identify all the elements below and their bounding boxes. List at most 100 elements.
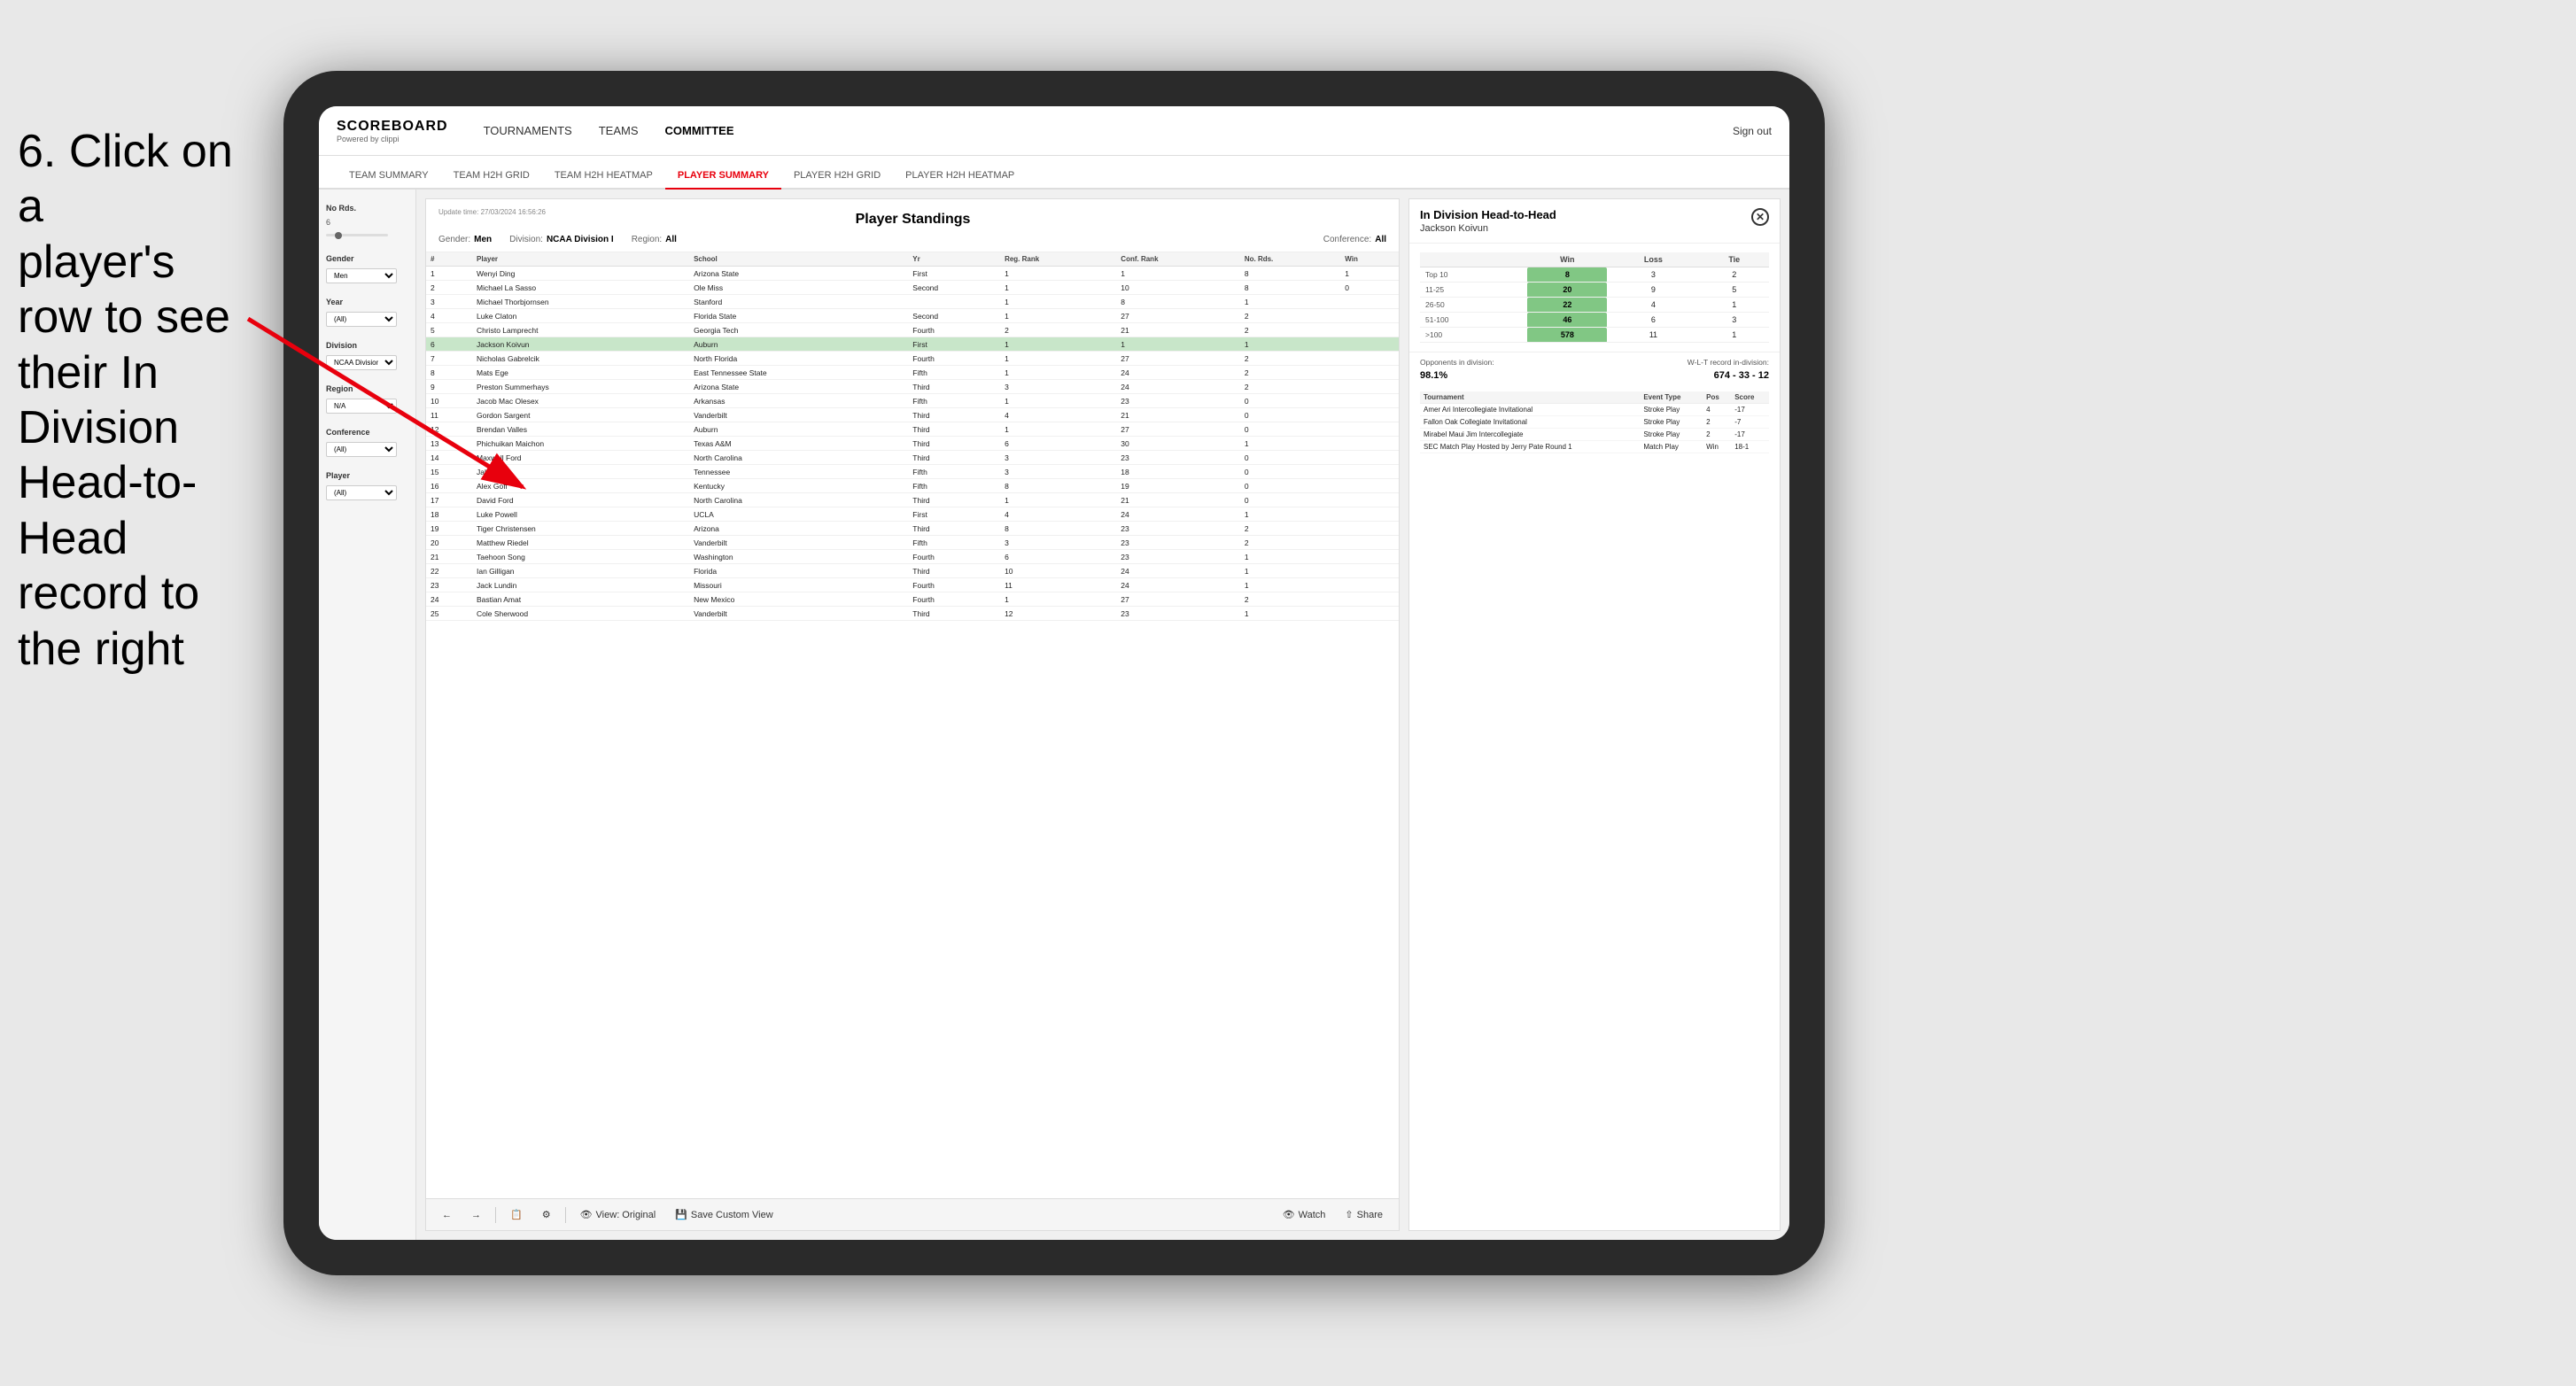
cell-num: 9 <box>426 380 472 394</box>
table-row[interactable]: 5 Christo Lamprecht Georgia Tech Fourth … <box>426 323 1399 337</box>
table-row[interactable]: 11 Gordon Sargent Vanderbilt Third 4 21 … <box>426 408 1399 422</box>
table-row[interactable]: 12 Brendan Valles Auburn Third 1 27 0 <box>426 422 1399 437</box>
table-row[interactable]: 8 Mats Ege East Tennessee State Fifth 1 … <box>426 366 1399 380</box>
cell-no-rds: 1 <box>1240 578 1340 592</box>
cell-reg: 3 <box>1000 536 1116 550</box>
table-row[interactable]: 20 Matthew Riedel Vanderbilt Fifth 3 23 … <box>426 536 1399 550</box>
table-row[interactable]: 3 Michael Thorbjornsen Stanford 1 8 1 <box>426 295 1399 309</box>
table-row[interactable]: 24 Bastian Amat New Mexico Fourth 1 27 2 <box>426 592 1399 607</box>
cell-school: East Tennessee State <box>689 366 908 380</box>
cell-num: 7 <box>426 352 472 366</box>
cell-no-rds: 0 <box>1240 451 1340 465</box>
cell-player: Michael La Sasso <box>472 281 689 295</box>
table-row[interactable]: 25 Cole Sherwood Vanderbilt Third 12 23 … <box>426 607 1399 621</box>
table-row[interactable]: 23 Jack Lundin Missouri Fourth 11 24 1 <box>426 578 1399 592</box>
cell-yr: Second <box>908 281 1000 295</box>
cell-conf: 27 <box>1116 592 1240 607</box>
cell-conf: 23 <box>1116 394 1240 408</box>
table-row[interactable]: 17 David Ford North Carolina Third 1 21 … <box>426 493 1399 507</box>
cell-school: North Carolina <box>689 451 908 465</box>
cell-num: 10 <box>426 394 472 408</box>
subnav-player-summary[interactable]: PLAYER SUMMARY <box>665 163 781 190</box>
redo-btn[interactable]: → <box>466 1208 486 1222</box>
main-content: No Rds. 6 Gender Men Year (All) <box>319 190 1789 1240</box>
table-row[interactable]: 22 Ian Gilligan Florida Third 10 24 1 <box>426 564 1399 578</box>
table-row[interactable]: 4 Luke Claton Florida State Second 1 27 … <box>426 309 1399 323</box>
table-row[interactable]: 7 Nicholas Gabrelcik North Florida Fourt… <box>426 352 1399 366</box>
cell-school: Missouri <box>689 578 908 592</box>
region-select[interactable]: N/A <box>326 399 397 414</box>
cell-conf: 27 <box>1116 422 1240 437</box>
gender-filter: Gender: Men <box>438 235 492 244</box>
cell-num: 21 <box>426 550 472 564</box>
table-row[interactable]: 14 Maxwell Ford North Carolina Third 3 2… <box>426 451 1399 465</box>
watch-btn[interactable]: 👁 Watch <box>1277 1207 1331 1222</box>
tour-pos: 2 <box>1703 416 1731 429</box>
cell-no-rds: 1 <box>1240 295 1340 309</box>
table-row[interactable]: 1 Wenyi Ding Arizona State First 1 1 8 1 <box>426 267 1399 281</box>
conference-select[interactable]: (All) <box>326 442 397 457</box>
subnav-player-h2h-heatmap[interactable]: PLAYER H2H HEATMAP <box>893 163 1027 190</box>
h2h-range: >100 <box>1420 328 1527 343</box>
bottom-toolbar: ← → 📋 ⚙ 👁 View: Original 💾 Save Custom V… <box>426 1198 1399 1230</box>
wl-label: W-L-T record in-division: <box>1688 358 1769 367</box>
table-row[interactable]: 6 Jackson Koivun Auburn First 1 1 1 <box>426 337 1399 352</box>
h2h-close-btn[interactable]: ✕ <box>1751 208 1769 226</box>
cell-player: Brendan Valles <box>472 422 689 437</box>
tournament-section: Tournament Event Type Pos Score Amer Ari… <box>1409 386 1780 459</box>
subnav-team-summary[interactable]: TEAM SUMMARY <box>337 163 441 190</box>
nav-committee[interactable]: COMMITTEE <box>665 120 734 141</box>
table-row[interactable]: 2 Michael La Sasso Ole Miss Second 1 10 … <box>426 281 1399 295</box>
cell-reg: 3 <box>1000 451 1116 465</box>
wl-record: 674 - 33 - 12 <box>1714 370 1769 381</box>
col-reg-rank: Reg. Rank <box>1000 252 1116 267</box>
cell-player: Preston Summerhays <box>472 380 689 394</box>
cell-no-rds: 2 <box>1240 592 1340 607</box>
table-row[interactable]: 9 Preston Summerhays Arizona State Third… <box>426 380 1399 394</box>
cell-no-rds: 0 <box>1240 422 1340 437</box>
cell-school: Vanderbilt <box>689 607 908 621</box>
table-row[interactable]: 18 Luke Powell UCLA First 4 24 1 <box>426 507 1399 522</box>
cell-win <box>1340 408 1399 422</box>
sign-out-btn[interactable]: Sign out <box>1733 125 1772 137</box>
copy-btn[interactable]: 📋 <box>505 1207 528 1222</box>
cell-player: Jack Lundin <box>472 578 689 592</box>
h2h-tie: 5 <box>1700 283 1770 298</box>
cell-yr <box>908 295 1000 309</box>
tablet-frame: SCOREBOARD Powered by clippi TOURNAMENTS… <box>283 71 1825 1275</box>
division-select[interactable]: NCAA Division I <box>326 355 397 370</box>
gender-select[interactable]: Men <box>326 268 397 283</box>
player-select[interactable]: (All) <box>326 485 397 500</box>
cell-num: 6 <box>426 337 472 352</box>
table-row[interactable]: 15 Jake Hall Tennessee Fifth 3 18 0 <box>426 465 1399 479</box>
cell-conf: 23 <box>1116 536 1240 550</box>
subnav-player-h2h-grid[interactable]: PLAYER H2H GRID <box>781 163 893 190</box>
region-filter: Region: All <box>632 235 677 244</box>
nav-tournaments[interactable]: TOURNAMENTS <box>484 120 572 141</box>
cell-player: Jacob Mac Olesex <box>472 394 689 408</box>
share-btn[interactable]: ⇧ Share <box>1339 1207 1388 1222</box>
table-row[interactable]: 19 Tiger Christensen Arizona Third 8 23 … <box>426 522 1399 536</box>
save-custom-btn[interactable]: 💾 Save Custom View <box>670 1207 778 1222</box>
subnav-team-h2h-grid[interactable]: TEAM H2H GRID <box>441 163 542 190</box>
year-select[interactable]: (All) <box>326 312 397 327</box>
cell-conf: 21 <box>1116 493 1240 507</box>
table-row[interactable]: 10 Jacob Mac Olesex Arkansas Fifth 1 23 … <box>426 394 1399 408</box>
table-row[interactable]: 16 Alex Goff Kentucky Fifth 8 19 0 <box>426 479 1399 493</box>
view-original-btn[interactable]: 👁 View: Original <box>575 1207 662 1222</box>
h2h-win: 20 <box>1527 283 1607 298</box>
cell-school: Arkansas <box>689 394 908 408</box>
h2h-title: In Division Head-to-Head <box>1420 208 1556 221</box>
h2h-range: 26-50 <box>1420 298 1527 313</box>
cell-no-rds: 8 <box>1240 281 1340 295</box>
table-row[interactable]: 13 Phichuikan Maichon Texas A&M Third 6 … <box>426 437 1399 451</box>
no-rds-slider[interactable] <box>326 234 388 236</box>
cell-no-rds: 1 <box>1240 337 1340 352</box>
cell-yr: Third <box>908 607 1000 621</box>
nav-teams[interactable]: TEAMS <box>599 120 639 141</box>
cell-win: 1 <box>1340 267 1399 281</box>
table-row[interactable]: 21 Taehoon Song Washington Fourth 6 23 1 <box>426 550 1399 564</box>
undo-btn[interactable]: ← <box>437 1208 457 1222</box>
settings-btn[interactable]: ⚙ <box>537 1207 556 1222</box>
subnav-team-h2h-heatmap[interactable]: TEAM H2H HEATMAP <box>542 163 665 190</box>
